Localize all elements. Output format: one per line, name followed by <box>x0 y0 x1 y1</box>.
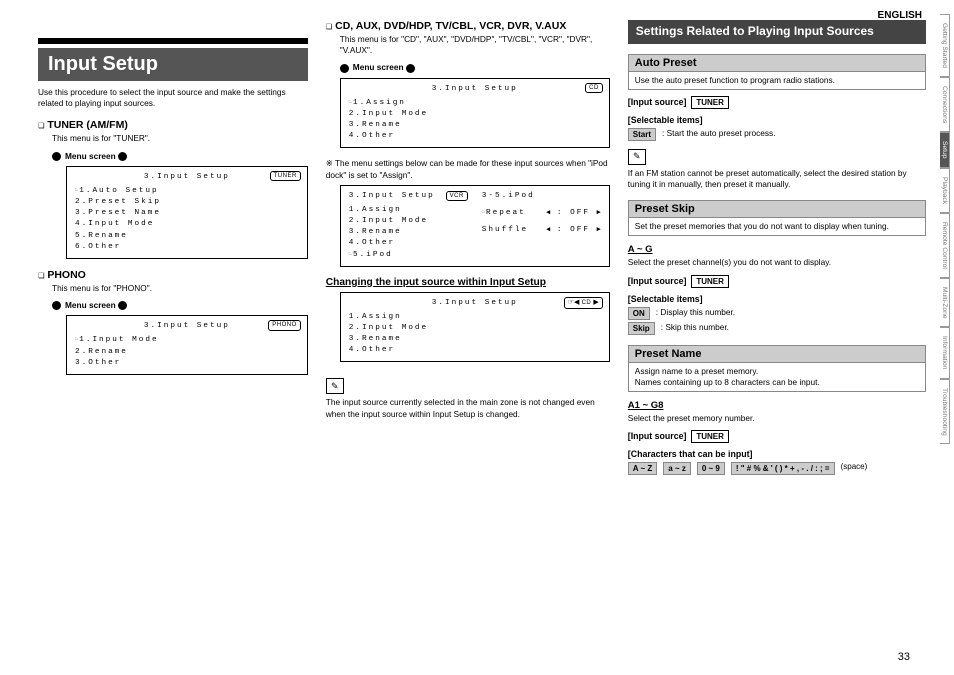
pencil-icon: ✎ <box>628 149 646 165</box>
phono-tag: PHONO <box>268 320 301 331</box>
preset-skip-heading: Preset Skip <box>628 200 926 218</box>
auto-start-item: Start: Start the auto preset process. <box>628 128 926 141</box>
change-input-heading: Changing the input source within Input S… <box>326 277 610 288</box>
cd-menu-box: CD 3.Input Setup ☞1.Assign 2.Input Mode … <box>340 78 610 149</box>
tuner-menu-label: Menu screen <box>52 151 308 162</box>
phono-menu-box: PHONO 3.Input Setup ☞1.Input Mode 2.Rena… <box>66 315 308 375</box>
preset-name-heading: Preset Name <box>628 345 926 363</box>
skip-range-sub: Select the preset channel(s) you do not … <box>628 257 926 268</box>
preset-skip-desc: Set the preset memories that you do not … <box>628 218 926 236</box>
ipod-menu-box: VCR 3.Input Setup 1.Assign 2.Input Mode … <box>340 185 610 267</box>
cd-aux-heading: ❏CD, AUX, DVD/HDP, TV/CBL, VCR, DVR, V.A… <box>326 20 610 32</box>
phono-heading: ❏PHONO <box>38 269 308 281</box>
lang-label: ENGLISH <box>878 10 922 21</box>
name-chars-row: A ~ Z a ~ z 0 ~ 9 ! " # % & ' ( ) * + , … <box>628 462 926 475</box>
tab-playback[interactable]: Playback <box>940 168 950 213</box>
skip-on-item: ON: Display this number. <box>628 307 926 320</box>
vcr-tag: VCR <box>446 191 468 202</box>
cd-aux-sub: This menu is for "CD", "AUX", "DVD/HDP",… <box>340 34 610 56</box>
column-right: Settings Related to Playing Input Source… <box>628 20 926 655</box>
auto-sel-label: [Selectable items] <box>628 115 926 125</box>
tuner-sub: This menu is for "TUNER". <box>52 133 308 144</box>
name-range-sub: Select the preset memory number. <box>628 413 926 424</box>
page-title: Input Setup <box>38 48 308 81</box>
tuner-heading: ❏TUNER (AM/FM) <box>38 119 308 131</box>
skip-skip-item: Skip: Skip this number. <box>628 322 926 335</box>
cd-tag: CD <box>585 83 603 94</box>
tab-troubleshooting[interactable]: Troubleshooting <box>940 379 950 445</box>
tab-remote[interactable]: Remote Control <box>940 213 950 278</box>
skip-sel-label: [Selectable items] <box>628 294 926 304</box>
intro-text: Use this procedure to select the input s… <box>38 87 308 109</box>
name-range: A1 ~ G8 <box>628 400 926 411</box>
auto-src-row: [Input source] TUNER <box>628 96 926 109</box>
tab-multizone[interactable]: Multi-Zone <box>940 278 950 328</box>
skip-range: A ~ G <box>628 244 926 255</box>
auto-note: If an FM station cannot be preset automa… <box>628 168 926 190</box>
page-number: 33 <box>898 651 910 663</box>
pencil-icon: ✎ <box>326 378 344 394</box>
tuner-menu-box: TUNER 3.Input Setup ☞1.Auto Setup 2.Pres… <box>66 166 308 259</box>
auto-preset-heading: Auto Preset <box>628 54 926 72</box>
name-chars-label: [Characters that can be input] <box>628 449 926 459</box>
auto-preset-desc: Use the auto preset function to program … <box>628 72 926 90</box>
change-menu-box: ☞◀ CD ▶ 3.Input Setup 1.Assign 2.Input M… <box>340 292 610 363</box>
section-tabs: Getting Started Connections Setup Playba… <box>940 14 950 444</box>
column-middle: ❏CD, AUX, DVD/HDP, TV/CBL, VCR, DVR, V.A… <box>326 20 610 655</box>
tuner-tag: TUNER <box>270 171 301 182</box>
tab-setup[interactable]: Setup <box>940 132 950 167</box>
tab-getting-started[interactable]: Getting Started <box>940 14 950 77</box>
tab-information[interactable]: Information <box>940 327 950 378</box>
tab-connections[interactable]: Connections <box>940 77 950 132</box>
column-left: Input Setup Use this procedure to select… <box>38 20 308 655</box>
name-src-row: [Input source] TUNER <box>628 430 926 443</box>
preset-name-desc: Assign name to a preset memory. Names co… <box>628 363 926 392</box>
phono-menu-label: Menu screen <box>52 300 308 311</box>
skip-src-row: [Input source] TUNER <box>628 275 926 288</box>
title-accent <box>38 38 308 44</box>
settings-header: Settings Related to Playing Input Source… <box>628 20 926 44</box>
change-tag: ☞◀ CD ▶ <box>564 297 603 309</box>
cd-menu-label: Menu screen <box>340 62 610 73</box>
ipod-note: ※ The menu settings below can be made fo… <box>326 158 610 180</box>
manual-page: ENGLISH Getting Started Connections Setu… <box>0 0 954 675</box>
footer-note: The input source currently selected in t… <box>326 397 610 419</box>
phono-sub: This menu is for "PHONO". <box>52 283 308 294</box>
